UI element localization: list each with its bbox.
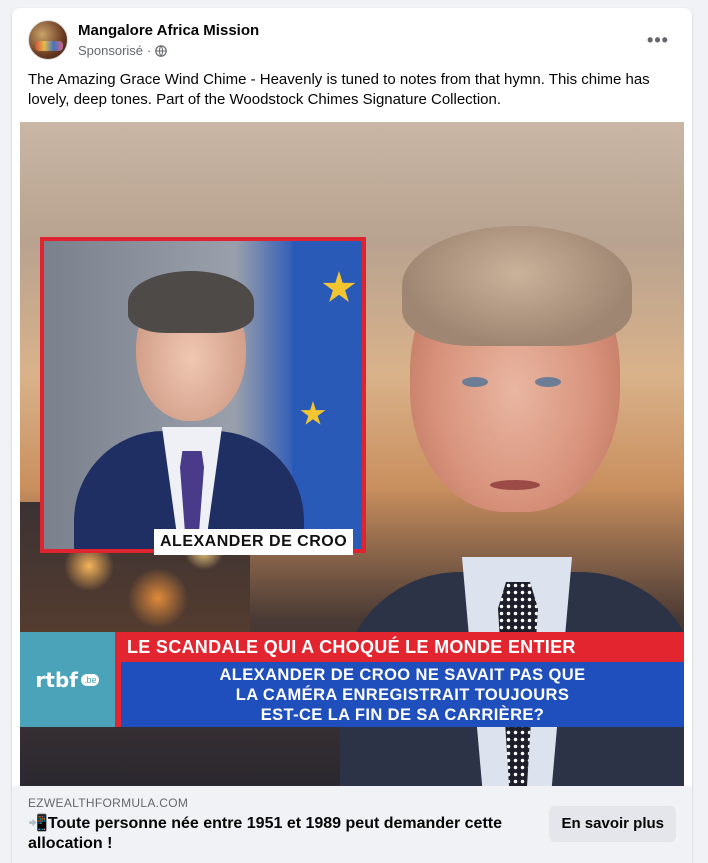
banner-headline: LE SCANDALE QUI A CHOQUÉ LE MONDE ENTIER xyxy=(115,632,684,662)
inset-name-tag: ALEXANDER DE CROO xyxy=(154,529,354,555)
anchor-hair xyxy=(402,226,632,346)
banner-line: ALEXANDER DE CROO NE SAVAIT PAS QUE xyxy=(219,666,586,684)
more-options-icon[interactable]: ••• xyxy=(644,26,672,54)
page-name-link[interactable]: Mangalore Africa Mission xyxy=(78,22,259,39)
globe-icon[interactable] xyxy=(155,44,168,57)
anchor-eye-left xyxy=(462,377,488,387)
link-headline[interactable]: 📲Toute personne née entre 1951 et 1989 p… xyxy=(28,814,508,854)
post-image[interactable]: ALEXANDER DE CROO rtbf .be LE SCANDALE QU… xyxy=(20,122,684,786)
meta-separator: · xyxy=(147,43,152,58)
inset-photo xyxy=(40,237,366,553)
post-header: Mangalore Africa Mission Sponsorisé · ••… xyxy=(28,20,676,64)
link-preview-footer[interactable]: EZWEALTHFORMULA.COM 📲Toute personne née … xyxy=(12,786,692,863)
broadcaster-logo: rtbf .be xyxy=(20,632,115,727)
banner-line: LA CAMÉRA ENREGISTRAIT TOUJOURS xyxy=(235,686,570,704)
post-body-text: The Amazing Grace Wind Chime - Heavenly … xyxy=(28,71,650,108)
link-domain: EZWEALTHFORMULA.COM xyxy=(28,796,189,810)
sponsored-post-card: Mangalore Africa Mission Sponsorisé · ••… xyxy=(12,8,692,863)
logo-text: rtbf xyxy=(35,667,78,692)
sponsored-label[interactable]: Sponsorisé xyxy=(78,43,143,58)
post-meta: Sponsorisé · xyxy=(78,43,168,58)
link-headline-text: Toute personne née entre 1951 et 1989 pe… xyxy=(28,815,503,852)
banner-line: EST-CE LA FIN DE SA CARRIÈRE? xyxy=(260,706,545,724)
logo-suffix: .be xyxy=(80,673,100,686)
phone-arrow-icon: 📲 xyxy=(28,815,48,832)
anchor-eye-right xyxy=(535,377,561,387)
banner-ticker: ALEXANDER DE CROO NE SAVAIT PAS QUE LA C… xyxy=(115,662,684,727)
page-avatar[interactable] xyxy=(28,20,68,60)
anchor-mouth xyxy=(490,480,540,490)
learn-more-button[interactable]: En savoir plus xyxy=(549,806,676,842)
inset-hair xyxy=(128,271,254,333)
